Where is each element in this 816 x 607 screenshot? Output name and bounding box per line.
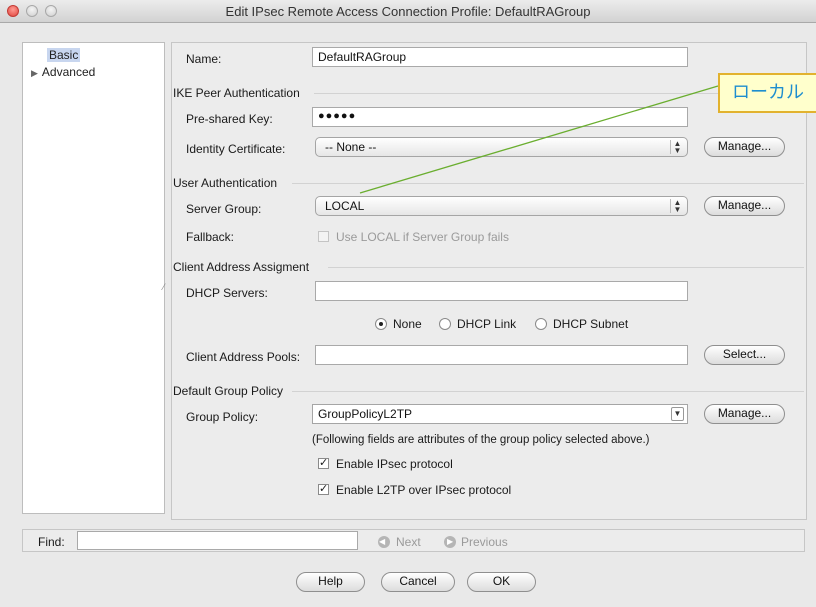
callout-label: ローカル bbox=[718, 73, 816, 113]
dialog-window: Edit IPsec Remote Access Connection Prof… bbox=[0, 0, 816, 607]
callout-leader-line bbox=[359, 85, 719, 194]
